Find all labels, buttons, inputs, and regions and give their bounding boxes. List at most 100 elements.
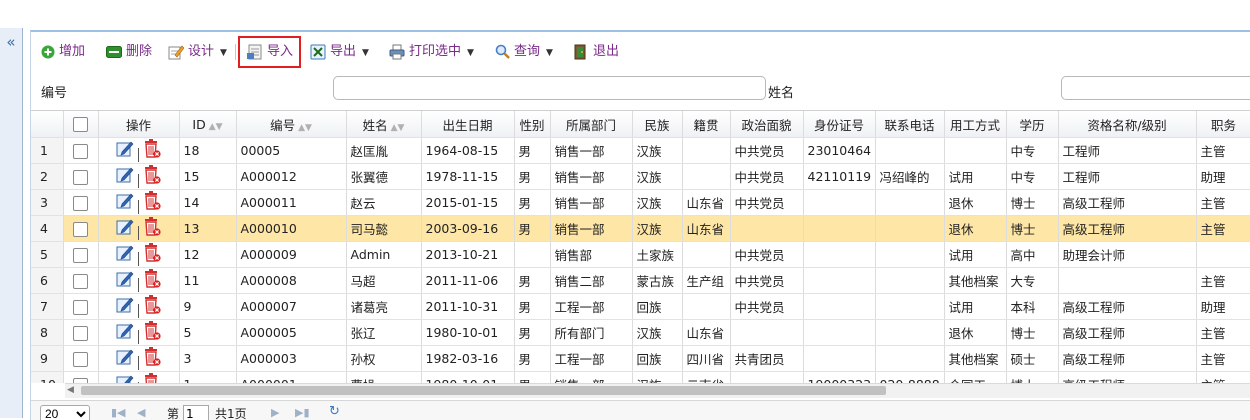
row-select-cell[interactable] [63, 137, 99, 164]
scroll-left-icon[interactable]: ◀ [67, 385, 74, 395]
add-button[interactable]: 增加 [41, 40, 85, 64]
delete-row-icon[interactable] [143, 269, 161, 292]
delete-button[interactable]: 删除 [106, 40, 152, 64]
table-row[interactable]: 6 11 A000008 马超 2011-11-06 男销售二部 蒙古族 生产组 中共党员 其他档… [31, 267, 1250, 294]
row-checkbox[interactable] [73, 143, 88, 159]
idcard-header[interactable]: 身份证号 [803, 111, 876, 138]
delete-row-icon[interactable] [143, 139, 161, 162]
row-checkbox[interactable] [73, 221, 88, 237]
sort-icon[interactable]: ▲▼ [298, 123, 312, 133]
first-page-icon[interactable]: ▮◀ [111, 406, 126, 419]
name-search-input[interactable] [1061, 76, 1250, 100]
cell-dept: 所有部门 [550, 319, 633, 346]
delete-row-icon[interactable] [143, 165, 161, 188]
birth-header[interactable]: 出生日期 [421, 111, 515, 138]
exit-button[interactable]: 退出 [573, 40, 619, 64]
table-row[interactable]: 5 12 A000009 Admin 2013-10-21 销售部 土家族 中共党员 试用 高中助… [31, 241, 1250, 268]
query-dropdown-icon[interactable]: ▼ [546, 48, 553, 58]
table-row[interactable]: 9 3 A000003 孙权 1982-03-16 男工程一部 回族 四川省 共青团员 其他档案硕… [31, 345, 1250, 372]
sort-icon[interactable]: ▲▼ [391, 123, 405, 133]
row-select-cell[interactable] [63, 371, 99, 383]
prev-page-icon[interactable]: ◀ [137, 406, 145, 419]
edit-icon[interactable] [116, 374, 134, 383]
table-row[interactable]: 8 5 A000005 张辽 1980-10-01 男所有部门 汉族 山东省 退休 博士 高级工程师… [31, 319, 1250, 346]
delete-row-icon[interactable] [143, 373, 161, 383]
name-header[interactable]: 姓名 ▲▼ [346, 111, 422, 138]
code-header[interactable]: 编号 ▲▼ [236, 111, 347, 138]
delete-row-icon[interactable] [143, 321, 161, 344]
import-button[interactable]: 导入 [238, 36, 302, 68]
edit-icon[interactable] [116, 270, 134, 291]
political-header[interactable]: 政治面貌 [730, 111, 804, 138]
row-checkbox[interactable] [73, 195, 88, 211]
delete-row-icon[interactable] [143, 347, 161, 370]
row-select-cell[interactable] [63, 345, 99, 372]
table-row[interactable]: 3 14 A000011 赵云 2015-01-15 男销售一部 汉族 山东省 中共党员 退休 博士… [31, 189, 1250, 216]
row-select-cell[interactable] [63, 293, 99, 320]
edu-header[interactable]: 学历 [1006, 111, 1059, 138]
refresh-icon[interactable]: ↻ [329, 404, 340, 419]
design-label: 设计 [188, 44, 215, 59]
ethnic-header[interactable]: 民族 [632, 111, 683, 138]
row-select-cell[interactable] [63, 319, 99, 346]
export-dropdown-icon[interactable]: ▼ [362, 48, 369, 58]
delete-row-icon[interactable] [143, 217, 161, 240]
id-header[interactable]: ID ▲▼ [179, 111, 237, 138]
cell-qual [1058, 267, 1197, 294]
row-checkbox[interactable] [73, 169, 88, 185]
delete-row-icon[interactable] [143, 191, 161, 214]
sort-icon[interactable]: ▲▼ [209, 122, 223, 132]
employ-header[interactable]: 用工方式 [944, 111, 1007, 138]
export-button[interactable]: 导出 ▼ [310, 40, 369, 64]
cell-code: A000010 [236, 215, 347, 242]
query-button[interactable]: 查询 ▼ [495, 40, 553, 64]
print-dropdown-icon[interactable]: ▼ [467, 48, 474, 58]
dept-header[interactable]: 所属部门 [550, 111, 633, 138]
gender-header[interactable]: 性别 [514, 111, 551, 138]
delete-row-icon[interactable] [143, 295, 161, 318]
select-all-header[interactable] [63, 111, 99, 138]
row-select-cell[interactable] [63, 215, 99, 242]
row-checkbox[interactable] [73, 247, 88, 263]
row-select-cell[interactable] [63, 267, 99, 294]
row-checkbox[interactable] [73, 299, 88, 315]
horizontal-scrollbar[interactable]: ◀ [65, 383, 1250, 398]
code-search-input[interactable] [333, 76, 766, 100]
phone-header[interactable]: 联系电话 [875, 111, 945, 138]
print-selected-button[interactable]: 打印选中 ▼ [389, 40, 474, 64]
row-checkbox[interactable] [73, 325, 88, 341]
edit-icon[interactable] [116, 166, 134, 187]
row-select-cell[interactable] [63, 189, 99, 216]
edit-icon[interactable] [116, 244, 134, 265]
last-page-icon[interactable]: ▶▮ [295, 406, 310, 419]
row-select-cell[interactable] [63, 241, 99, 268]
native-header[interactable]: 籍贯 [682, 111, 731, 138]
table-row[interactable]: 4 13 A000010 司马懿 2003-09-16 男销售一部 汉族 山东省 退休 博士 高级工… [31, 215, 1250, 242]
edit-icon[interactable] [116, 140, 134, 161]
edit-icon[interactable] [116, 296, 134, 317]
table-row[interactable]: 7 9 A000007 诸葛亮 2011-10-31 男工程一部 回族 中共党员 试用 本科 高级工… [31, 293, 1250, 320]
title-header[interactable]: 职务 [1196, 111, 1250, 138]
cell-title: 主管 [1196, 345, 1250, 372]
select-all-checkbox[interactable] [73, 117, 88, 132]
row-checkbox[interactable] [73, 351, 88, 367]
row-select-cell[interactable] [63, 163, 99, 190]
scrollbar-thumb[interactable] [81, 386, 886, 395]
delete-row-icon[interactable] [143, 243, 161, 266]
next-page-icon[interactable]: ▶ [271, 406, 279, 419]
edit-icon[interactable] [116, 348, 134, 369]
design-dropdown-icon[interactable]: ▼ [220, 48, 227, 58]
cell-ethnic: 蒙古族 [632, 267, 683, 294]
edit-icon[interactable] [116, 192, 134, 213]
qual-header[interactable]: 资格名称/级别 [1058, 111, 1197, 138]
cell-edu: 中专 [1006, 137, 1059, 164]
edit-icon[interactable] [116, 322, 134, 343]
table-row[interactable]: 1 18 00005 赵匡胤 1964-08-15 男销售一部 汉族 中共党员 23010464… [31, 137, 1250, 164]
row-checkbox[interactable] [73, 273, 88, 289]
edit-icon[interactable] [116, 218, 134, 239]
printer-icon [389, 44, 405, 59]
table-row[interactable]: 10 1A000001曹操1980-10-01男销售一部汉族云南省 19000323… [31, 371, 1250, 383]
collapse-sidebar-icon[interactable]: « [0, 34, 22, 50]
design-button[interactable]: 设计 ▼ [168, 40, 227, 64]
table-row[interactable]: 2 15 A000012 张翼德 1978-11-15 男销售一部 汉族 中共党员 421101… [31, 163, 1250, 190]
